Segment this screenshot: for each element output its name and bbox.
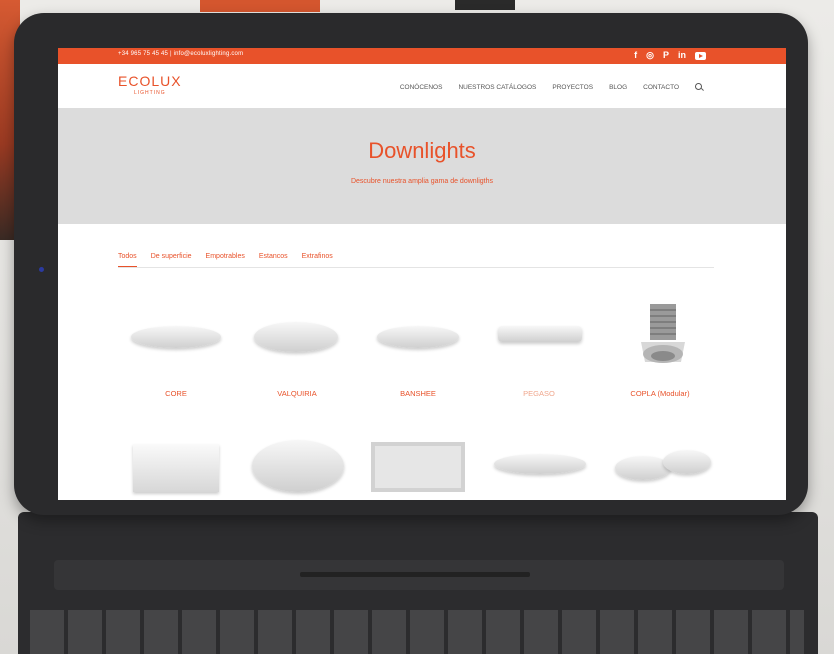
nav-item-catalogos[interactable]: NUESTROS CATÁLOGOS — [458, 84, 536, 91]
contact-info[interactable]: +34 965 75 45 45 | info@ecoluxlighting.c… — [118, 51, 243, 57]
product-card-row2-4[interactable] — [484, 436, 594, 500]
background-object — [455, 0, 515, 10]
keyboard-keys — [30, 610, 804, 654]
product-card-copla[interactable]: COPLA (Modular) — [605, 296, 715, 406]
product-name-valquiria[interactable]: VALQUIRIA — [242, 389, 352, 398]
nav-item-blog[interactable]: BLOG — [609, 84, 627, 91]
product-card-valquiria[interactable]: VALQUIRIA — [242, 296, 352, 406]
product-image-valquiria — [254, 322, 338, 352]
product-card-row2-5[interactable] — [605, 436, 715, 500]
product-card-row2-3[interactable] — [363, 436, 473, 500]
tab-todos[interactable]: Todos — [118, 253, 137, 267]
search-icon[interactable] — [695, 83, 702, 90]
page-subtitle: Descubre nuestra amplia gama de downligt… — [350, 178, 494, 185]
camera-icon — [39, 267, 44, 272]
product-image-banshee — [377, 326, 459, 348]
product-name-banshee[interactable]: BANSHEE — [363, 389, 473, 398]
product-image-core — [131, 326, 221, 348]
product-image-pegaso — [498, 326, 582, 342]
product-name-copla[interactable]: COPLA (Modular) — [605, 389, 715, 398]
tab-de-superficie[interactable]: De superficie — [151, 253, 192, 267]
product-name-core[interactable]: CORE — [121, 389, 231, 398]
logo-subtext: LIGHTING — [133, 90, 166, 96]
instagram-icon[interactable]: ◎ — [646, 50, 654, 61]
product-image-slim-disk — [494, 454, 586, 474]
tab-estancos[interactable]: Estancos — [259, 253, 288, 267]
tab-empotrables[interactable]: Empotrables — [206, 253, 245, 267]
product-name-pegaso[interactable]: PEGASO — [484, 389, 594, 398]
browser-screen: +34 965 75 45 45 | info@ecoluxlighting.c… — [58, 48, 786, 500]
product-image-square-downlight — [371, 442, 465, 492]
nav-item-contacto[interactable]: CONTACTO — [643, 84, 679, 91]
logo-text: ECOLUX — [118, 73, 182, 89]
product-card-row2-1[interactable] — [121, 436, 231, 500]
product-card-banshee[interactable]: BANSHEE — [363, 296, 473, 406]
product-card-pegaso[interactable]: PEGASO — [484, 296, 594, 406]
linkedin-icon[interactable]: in — [678, 50, 686, 61]
product-image-copla — [641, 304, 685, 363]
background-photo-top — [200, 0, 320, 12]
product-image-square-panel — [133, 444, 219, 492]
product-image-round-panel — [252, 440, 344, 492]
top-contact-bar: +34 965 75 45 45 | info@ecoluxlighting.c… — [58, 48, 786, 64]
tablet-frame: +34 965 75 45 45 | info@ecoluxlighting.c… — [14, 13, 808, 515]
main-nav: CONÓCENOS NUESTROS CATÁLOGOS PROYECTOS B… — [400, 83, 702, 91]
keyboard-connector — [300, 572, 530, 577]
product-card-row2-2[interactable] — [242, 436, 352, 500]
nav-item-proyectos[interactable]: PROYECTOS — [552, 84, 593, 91]
social-links: f ◎ P in — [634, 50, 706, 61]
product-image-recessed-2 — [663, 450, 711, 474]
facebook-icon[interactable]: f — [634, 50, 637, 61]
tab-extrafinos[interactable]: Extrafinos — [302, 253, 333, 267]
hero-banner: Downlights Descubre nuestra amplia gama … — [58, 108, 786, 224]
site-logo[interactable]: ECOLUX LIGHTING — [118, 73, 182, 96]
youtube-icon[interactable] — [695, 52, 706, 60]
filter-tabs: Todos De superficie Empotrables Estancos… — [118, 253, 714, 268]
page-title: Downlights — [368, 138, 476, 163]
pinterest-icon[interactable]: P — [663, 50, 669, 61]
product-card-core[interactable]: CORE — [121, 296, 231, 406]
site-header: ECOLUX LIGHTING CONÓCENOS NUESTROS CATÁL… — [58, 64, 786, 108]
nav-item-conocenos[interactable]: CONÓCENOS — [400, 84, 443, 91]
